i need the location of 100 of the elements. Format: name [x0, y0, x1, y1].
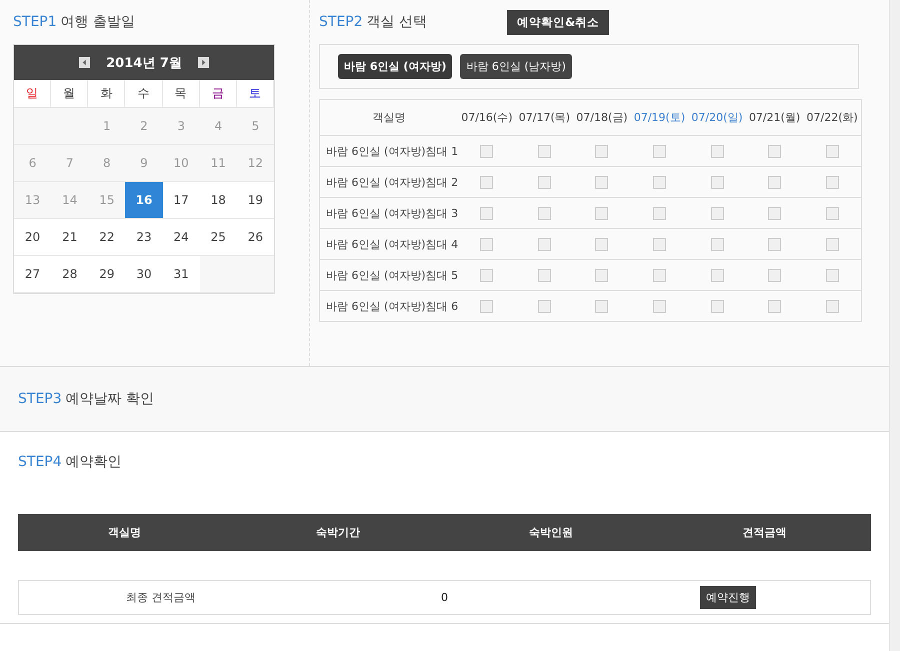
- calendar-day: 13: [14, 182, 52, 219]
- calendar-day[interactable]: 21: [51, 219, 88, 256]
- checkbox[interactable]: [710, 300, 724, 313]
- checkbox[interactable]: [652, 206, 666, 220]
- checkbox[interactable]: [595, 206, 608, 220]
- calendar-day[interactable]: 28: [51, 256, 88, 293]
- table-cell: 바람 6인실 (여자방)침대 1: [320, 136, 458, 166]
- step-label: STEP2: [319, 14, 363, 30]
- checkbox[interactable]: [538, 268, 551, 282]
- checkbox[interactable]: [595, 144, 608, 158]
- calendar-day: 8: [88, 145, 126, 182]
- table-cell: 바람 6인실 (여자방)침대 6: [320, 290, 458, 322]
- column-header: 07/21(월): [746, 100, 804, 136]
- column-header: 07/22(화): [803, 100, 862, 136]
- calendar-day: 11: [200, 145, 237, 182]
- checkbox[interactable]: [480, 144, 494, 158]
- table-cell: 바람 6인실 (여자방)침대 4: [320, 228, 458, 260]
- column-header: 숙박인원: [528, 525, 574, 540]
- column-header: 07/17(목): [516, 100, 574, 136]
- checkbox[interactable]: [595, 238, 608, 251]
- calendar-day[interactable]: 20: [14, 219, 52, 256]
- checkbox[interactable]: [826, 176, 839, 189]
- checkbox[interactable]: [826, 300, 839, 313]
- calendar-day[interactable]: 24: [162, 219, 200, 256]
- checkbox[interactable]: [538, 238, 551, 251]
- checkbox[interactable]: [480, 268, 494, 282]
- next-month-icon[interactable]: [198, 57, 209, 68]
- room-tab[interactable]: 바람 6인실 (남자방): [460, 54, 572, 79]
- proceed-reservation-button[interactable]: 예약진행: [700, 586, 756, 609]
- room-tab[interactable]: 바람 6인실 (여자방): [338, 54, 452, 79]
- step-label: STEP3: [18, 391, 62, 407]
- checkbox[interactable]: [768, 176, 782, 189]
- checkbox[interactable]: [710, 206, 724, 220]
- checkbox[interactable]: [652, 300, 666, 313]
- calendar-day: 12: [236, 145, 274, 182]
- checkbox[interactable]: [538, 300, 551, 313]
- table-cell: 바람 6인실 (여자방)침대 5: [320, 260, 458, 290]
- total-amount: 0: [440, 591, 449, 604]
- checkbox[interactable]: [652, 176, 666, 189]
- section-title: 여행 출발일: [60, 13, 136, 31]
- calendar-day: 2: [125, 108, 163, 145]
- column-header: 숙박기간: [314, 525, 361, 540]
- checkbox[interactable]: [710, 268, 724, 282]
- checkbox[interactable]: [768, 268, 782, 282]
- calendar-day[interactable]: 27: [14, 256, 52, 293]
- column-header: 07/18(금): [573, 100, 631, 136]
- calendar-day: 5: [236, 108, 274, 145]
- step-label: STEP4: [18, 454, 62, 470]
- checkbox[interactable]: [826, 268, 839, 282]
- checkbox[interactable]: [595, 268, 608, 282]
- calendar-day: 9: [125, 145, 163, 182]
- calendar-day: 7: [51, 145, 88, 182]
- checkbox[interactable]: [826, 206, 839, 220]
- checkbox[interactable]: [768, 238, 782, 251]
- checkbox[interactable]: [480, 176, 494, 189]
- checkbox[interactable]: [652, 268, 666, 282]
- calendar-day: 6: [14, 145, 52, 182]
- calendar-day: 4: [200, 108, 237, 145]
- previous-month-icon[interactable]: [79, 57, 90, 68]
- calendar-day[interactable]: 30: [125, 256, 163, 293]
- calendar-day[interactable]: 18: [200, 182, 237, 219]
- checkbox[interactable]: [768, 300, 782, 313]
- checkbox[interactable]: [826, 238, 839, 251]
- checkbox[interactable]: [480, 300, 494, 313]
- checkbox[interactable]: [710, 144, 724, 158]
- checkbox[interactable]: [595, 300, 608, 313]
- reservation-check-cancel-button[interactable]: 예약확인&취소: [507, 10, 610, 34]
- column-header: 07/16(수): [458, 100, 516, 136]
- checkbox[interactable]: [826, 144, 839, 158]
- calendar-day[interactable]: 17: [162, 182, 200, 219]
- section-title: 객실 선택: [366, 13, 428, 31]
- checkbox[interactable]: [768, 206, 782, 220]
- checkbox[interactable]: [538, 206, 551, 220]
- checkbox[interactable]: [652, 144, 666, 158]
- table-cell: 바람 6인실 (여자방)침대 3: [320, 198, 458, 228]
- column-header: 객실명: [107, 525, 142, 540]
- step-label: STEP1: [13, 14, 57, 30]
- calendar-day[interactable]: 22: [88, 219, 126, 256]
- calendar-day: 10: [162, 145, 200, 182]
- calendar-day[interactable]: 19: [236, 182, 274, 219]
- calendar-day[interactable]: 16: [125, 182, 163, 219]
- calendar-day: 3: [162, 108, 200, 145]
- checkbox[interactable]: [538, 176, 551, 189]
- checkbox[interactable]: [480, 206, 494, 220]
- column-header: 07/20(일): [688, 100, 746, 136]
- calendar-day[interactable]: 29: [88, 256, 126, 293]
- column-header: 07/19(토): [630, 100, 688, 136]
- calendar-day[interactable]: 23: [125, 219, 163, 256]
- scrollbar-track[interactable]: [889, 0, 900, 651]
- checkbox[interactable]: [710, 238, 724, 251]
- column-header: 견적금액: [741, 525, 788, 540]
- checkbox[interactable]: [480, 238, 494, 251]
- column-header: 객실명: [320, 100, 458, 136]
- checkbox[interactable]: [710, 176, 724, 189]
- checkbox[interactable]: [652, 238, 666, 251]
- checkbox[interactable]: [595, 176, 608, 189]
- section-title: 예약날짜 확인: [66, 390, 154, 408]
- checkbox[interactable]: [768, 144, 782, 158]
- total-label: 최종 견적금액: [125, 590, 197, 605]
- checkbox[interactable]: [538, 144, 551, 158]
